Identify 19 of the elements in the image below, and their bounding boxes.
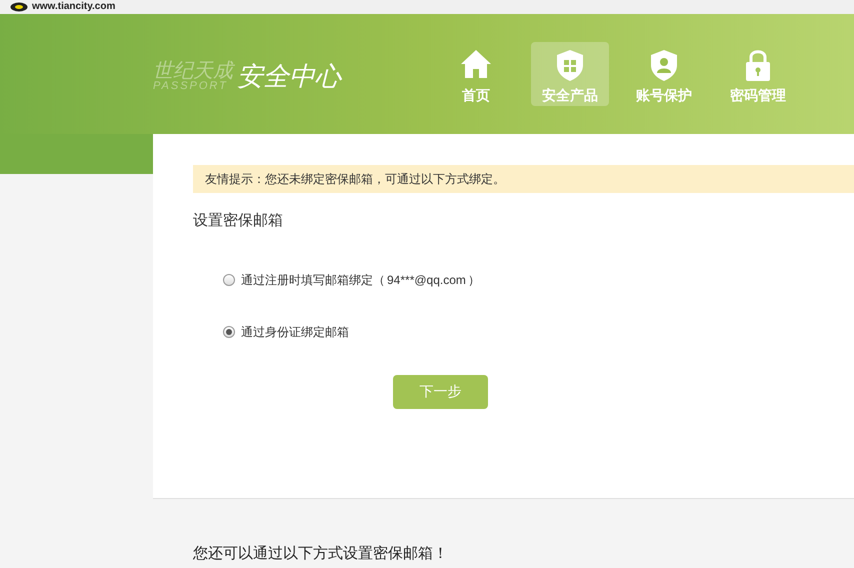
site-address[interactable]: www.tiancity.com (32, 2, 116, 12)
logo-brand: 世纪天成 (153, 61, 233, 81)
closing-paren: ） (468, 272, 480, 288)
page-title: 安全中心 (237, 60, 341, 93)
radio-button[interactable] (223, 326, 235, 338)
option-label: 通过身份证绑定邮箱 (241, 324, 349, 340)
nav-tab[interactable]: 账号保护 (625, 42, 703, 106)
logo-subtitle: PASSPORT (153, 81, 229, 92)
email-address: 94***@qq.com (387, 272, 466, 288)
radio-button[interactable] (223, 274, 235, 286)
next-button[interactable]: 下一步 (393, 374, 488, 408)
nav-tab[interactable]: 安全产品 (531, 42, 609, 106)
notice-banner: 友情提示：您还未绑定密保邮箱，可通过以下方式绑定。 (193, 165, 854, 193)
nav-tab[interactable]: 首页 (437, 42, 515, 106)
section-heading: 设置密保邮箱 (193, 211, 284, 231)
logo-icon (10, 2, 28, 12)
nav-tab[interactable]: 密码管理 (719, 42, 797, 106)
footer-text: 您还可以通过以下方式设置密保邮箱！ (193, 544, 449, 564)
option-label: 通过注册时填写邮箱绑定（ (241, 272, 385, 288)
